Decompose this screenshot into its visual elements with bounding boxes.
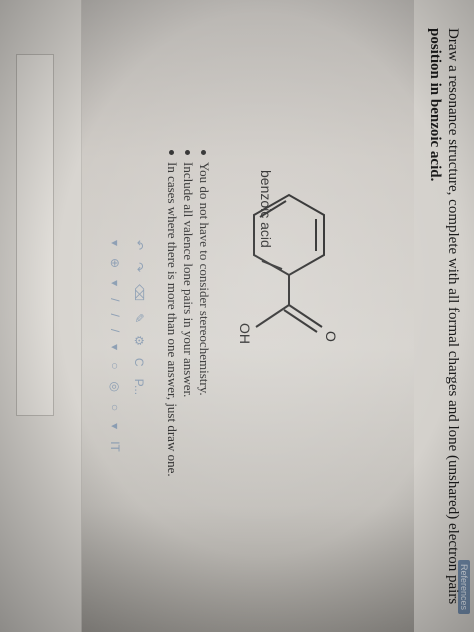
rotated-page: References Draw a resonance structure, c… (0, 0, 474, 632)
text-tool[interactable]: IT (108, 441, 122, 452)
carbon-tool[interactable]: C (132, 358, 146, 367)
question-prompt: Draw a resonance structure, complete wit… (426, 28, 462, 628)
toolbar-row-1: ↶ ↷ ⌫ ✎ ⚙ C P... (130, 240, 148, 395)
double-bond-icon[interactable]: / (108, 313, 122, 316)
dropdown-icon[interactable]: ▾ (108, 280, 122, 286)
ring-icon[interactable]: ○ (108, 362, 122, 369)
charge-plus-icon[interactable]: ⊕ (108, 258, 122, 268)
answer-input-box[interactable] (16, 54, 54, 416)
dropdown-icon[interactable]: ▾ (108, 344, 122, 350)
settings-icon[interactable]: ⚙ (132, 335, 146, 346)
undo-icon[interactable]: ↶ (132, 240, 146, 250)
pencil-icon[interactable]: ✎ (132, 313, 146, 323)
redo-icon[interactable]: ↷ (132, 262, 146, 272)
question-line-2: position in benzoic acid. (427, 28, 443, 182)
molecule-name-label: benzoic acid (258, 170, 274, 248)
toolbar-row-2: ▾ ⊕ ▾ / / / ▾ ○ ◎ ○ ▾ IT (106, 240, 124, 452)
eraser-icon[interactable]: ⌫ (132, 284, 146, 301)
single-bond-icon[interactable]: / (108, 298, 122, 301)
more-tool[interactable]: P... (132, 379, 146, 395)
carbonyl-oxygen-label: O (323, 331, 339, 342)
instruction-list: You do not have to consider stereochemis… (164, 150, 212, 477)
dropdown-icon[interactable]: ▾ (108, 240, 122, 246)
triple-bond-icon[interactable]: / (108, 329, 122, 332)
instruction-item: You do not have to consider stereochemis… (196, 150, 212, 450)
question-line-1: Draw a resonance structure, complete wit… (445, 28, 461, 605)
ring-double-bond-2 (261, 260, 283, 270)
benzene-icon[interactable]: ◎ (108, 381, 122, 391)
hydroxyl-label: OH (237, 323, 253, 344)
drawing-toolbar: ↶ ↷ ⌫ ✎ ⚙ C P... ▾ ⊕ ▾ / / / ▾ ○ ◎ ○ ▾ I… (94, 240, 154, 570)
instruction-item: In cases where there is more than one an… (164, 150, 180, 477)
instruction-item: Include all valence lone pairs in your a… (180, 150, 196, 450)
dropdown-icon[interactable]: ▾ (108, 423, 122, 429)
c-oh-bond (255, 304, 290, 328)
ring-icon[interactable]: ○ (108, 404, 122, 411)
